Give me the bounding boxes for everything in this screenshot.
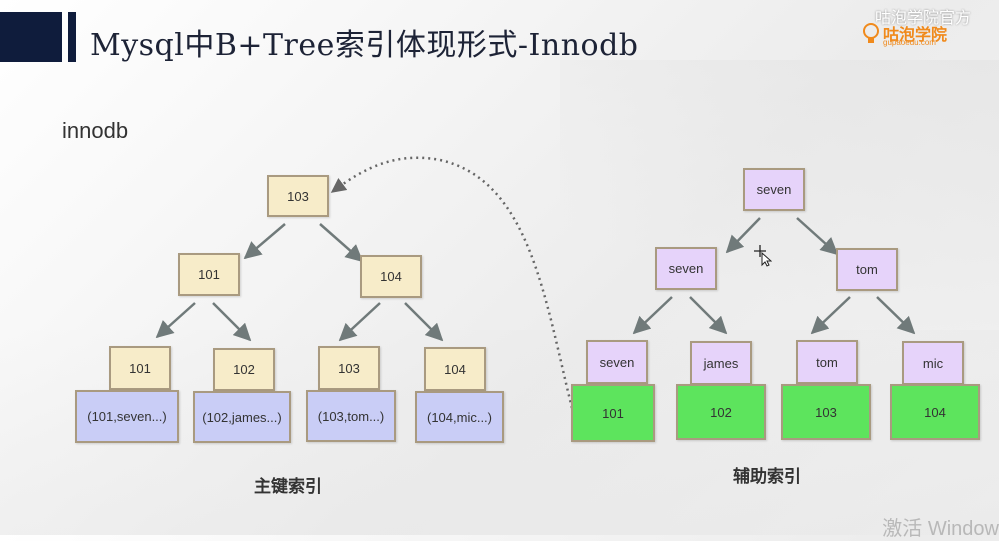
secondary-level2-node: seven [655, 247, 717, 290]
secondary-level2-node: tom [836, 248, 898, 291]
tree-edge [796, 217, 839, 256]
activation-watermark: 激活 Windows [882, 518, 999, 540]
primary-leaf-key: 104 [424, 347, 486, 391]
tree-edge [319, 223, 364, 263]
tree-edge [155, 302, 196, 339]
primary-leaf-row: (102,james...) [193, 391, 291, 443]
tree-edge [338, 302, 381, 342]
secondary-leaf-id: 101 [571, 384, 655, 442]
tree-edge [404, 302, 444, 342]
tree-edge [689, 296, 728, 335]
tree-edge [212, 302, 252, 342]
tree-edge [632, 296, 673, 335]
primary-level2-node: 104 [360, 255, 422, 298]
primary-leaf-row: (104,mic...) [415, 391, 504, 443]
tree-edge [876, 296, 916, 335]
primary-leaf-key: 102 [213, 348, 275, 391]
secondary-index-caption: 辅助索引 [733, 467, 801, 487]
secondary-leaf-key: tom [796, 340, 858, 384]
primary-leaf-key: 103 [318, 346, 380, 390]
secondary-leaf-id: 104 [890, 384, 980, 440]
secondary-leaf-id: 102 [676, 384, 766, 440]
primary-leaf-row: (103,tom...) [306, 390, 396, 442]
primary-index-caption: 主键索引 [254, 477, 322, 497]
tree-edge [243, 223, 286, 260]
primary-leaf-row: (101,seven...) [75, 390, 179, 443]
primary-leaf-key: 101 [109, 346, 171, 390]
secondary-leaf-key: mic [902, 341, 964, 385]
secondary-leaf-id: 103 [781, 384, 871, 440]
cursor-icon [754, 245, 772, 267]
secondary-leaf-key: james [690, 341, 752, 385]
primary-level2-node: 101 [178, 253, 240, 296]
primary-root-node: 103 [267, 175, 329, 217]
secondary-leaf-key: seven [586, 340, 648, 384]
secondary-root-node: seven [743, 168, 805, 211]
tree-edge [810, 296, 851, 335]
